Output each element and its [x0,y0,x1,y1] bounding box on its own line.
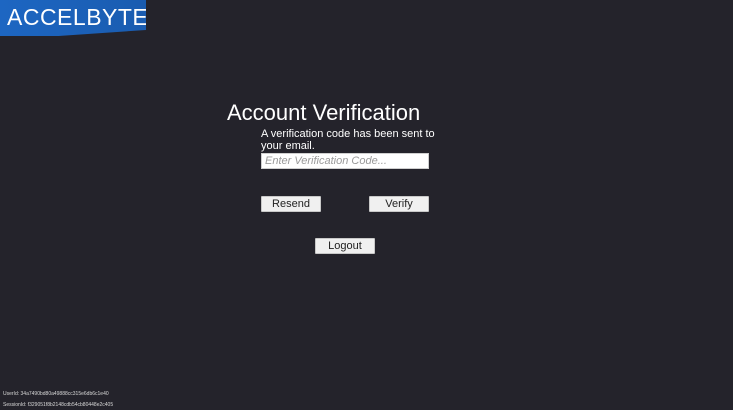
page-title: Account Verification [227,100,421,125]
session-id-label: SessionId: f329051f8b2148cdb54cb80448e2c… [3,402,114,408]
accelbyte-logo: ACCELBYTE [0,0,146,36]
user-id-label: UserId: 34a7490bd80a49888cc315e6db6c1e40 [3,391,109,397]
logout-button[interactable]: Logout [315,238,375,254]
verification-message: A verification code has been sent to you… [261,128,435,152]
verification-code-input[interactable] [261,153,429,169]
logo-text: ACCELBYTE [7,4,149,30]
verify-button[interactable]: Verify [369,196,429,212]
resend-button[interactable]: Resend [261,196,321,212]
